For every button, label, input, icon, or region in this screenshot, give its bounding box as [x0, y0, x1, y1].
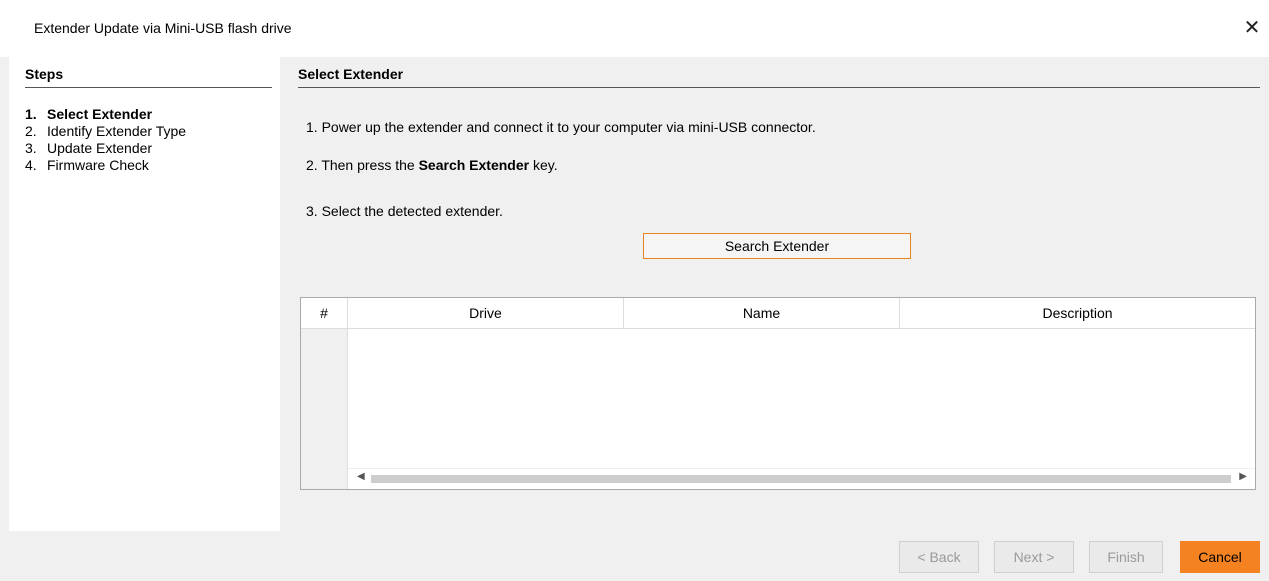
step-item-firmware-check: 4. Firmware Check	[25, 157, 186, 174]
step-item-select-extender: 1. Select Extender	[25, 106, 186, 123]
step-label: Firmware Check	[47, 157, 149, 173]
steps-header: Steps	[25, 66, 272, 88]
row-header-column	[301, 329, 348, 489]
instruction-2: 2. Then press the Search Extender key.	[306, 157, 558, 173]
close-icon[interactable]: ✕	[1235, 10, 1269, 44]
step-number: 3.	[25, 140, 37, 156]
instruction-2-bold: Search Extender	[418, 157, 530, 173]
back-button[interactable]: < Back	[899, 541, 979, 573]
column-header-description[interactable]: Description	[900, 298, 1255, 328]
instruction-3: 3. Select the detected extender.	[306, 203, 503, 219]
step-label: Update Extender	[47, 140, 153, 156]
scrollbar-thumb[interactable]	[371, 475, 1231, 483]
scroll-left-icon[interactable]: ◀	[357, 471, 365, 482]
steps-list: 1. Select Extender 2. Identify Extender …	[25, 106, 186, 174]
extender-table[interactable]: # Drive Name Description ◀ ▶	[300, 297, 1256, 490]
scroll-right-icon[interactable]: ▶	[1239, 471, 1247, 482]
search-extender-button[interactable]: Search Extender	[643, 233, 911, 259]
table-header: # Drive Name Description	[301, 298, 1255, 329]
column-header-name[interactable]: Name	[624, 298, 900, 328]
column-header-number[interactable]: #	[301, 298, 348, 328]
step-label: Identify Extender Type	[47, 123, 187, 139]
instruction-2-prefix: 2. Then press the	[306, 157, 419, 173]
column-header-drive[interactable]: Drive	[348, 298, 624, 328]
page-title: Select Extender	[298, 66, 1260, 88]
steps-sidebar: Steps 1. Select Extender 2. Identify Ext…	[9, 57, 280, 531]
instruction-1: 1. Power up the extender and connect it …	[306, 119, 816, 135]
step-item-update-extender: 3. Update Extender	[25, 140, 186, 157]
title-bar: Extender Update via Mini-USB flash drive…	[0, 0, 1269, 57]
step-number: 2.	[25, 123, 37, 139]
step-number: 4.	[25, 157, 37, 173]
main-panel: Select Extender 1. Power up the extender…	[280, 57, 1269, 531]
step-label: Select Extender	[47, 106, 153, 122]
step-item-identify-extender-type: 2. Identify Extender Type	[25, 123, 186, 140]
instruction-2-suffix: key.	[529, 157, 558, 173]
cancel-button[interactable]: Cancel	[1180, 541, 1260, 573]
horizontal-scrollbar[interactable]: ◀ ▶	[349, 468, 1255, 489]
step-number: 1.	[25, 106, 37, 122]
finish-button[interactable]: Finish	[1089, 541, 1163, 573]
window-title: Extender Update via Mini-USB flash drive	[34, 20, 292, 36]
next-button[interactable]: Next >	[994, 541, 1074, 573]
